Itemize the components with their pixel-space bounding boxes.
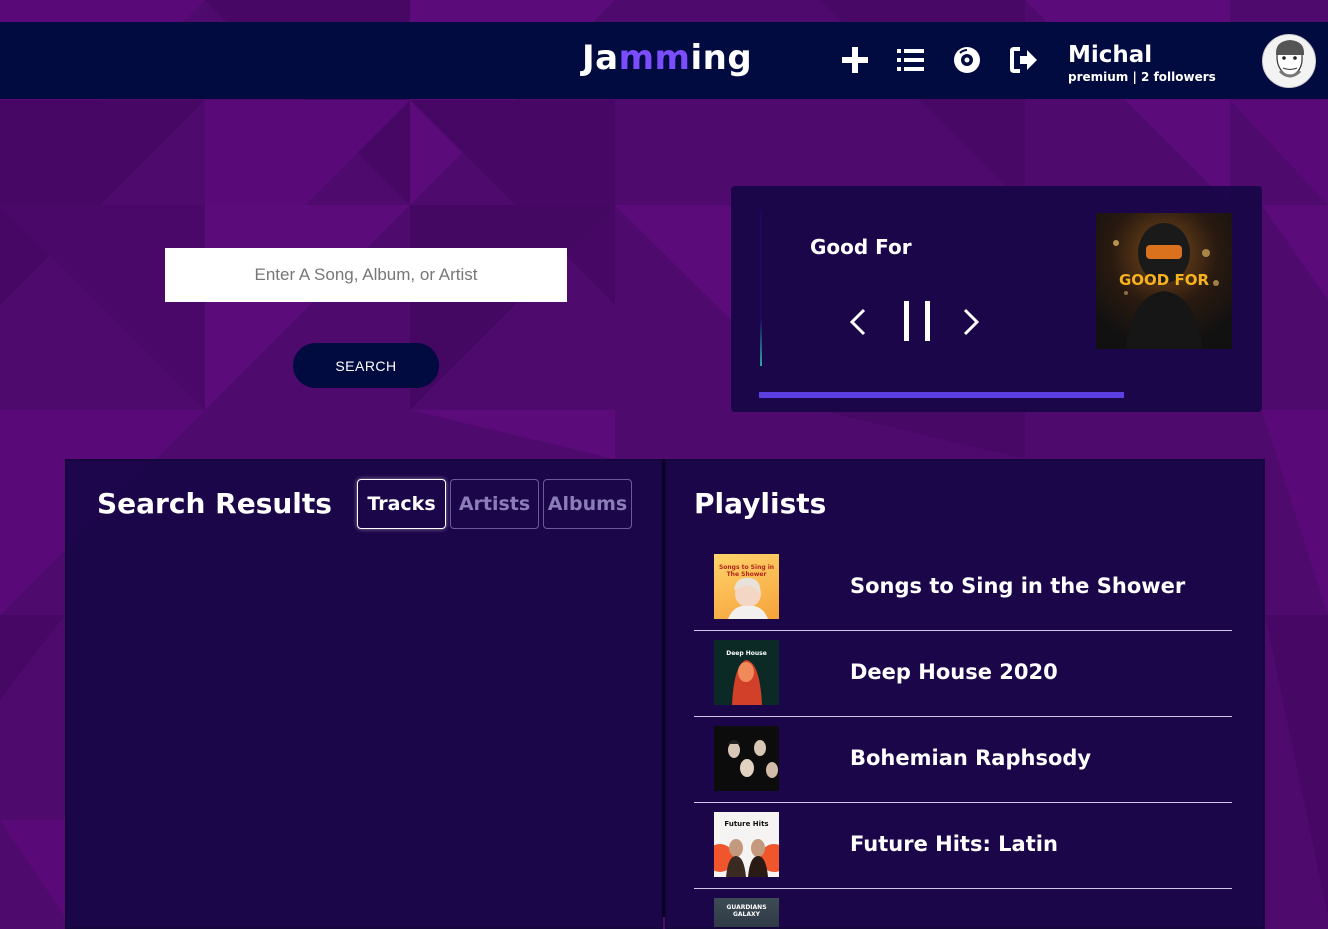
playlist-thumbnail: Future Hits: [714, 812, 779, 877]
search-results-panel: Search Results Tracks Artists Albums: [65, 459, 663, 929]
thumbnail-caption: Future Hits: [724, 820, 769, 828]
logo-text-start: Ja: [582, 38, 619, 78]
previous-track-icon[interactable]: [846, 306, 870, 338]
track-title: Good For: [810, 235, 912, 259]
playlists-title: Playlists: [694, 487, 827, 520]
player-accent-line: [760, 210, 762, 366]
playlist-item[interactable]: Bohemian Raphsody: [694, 716, 1232, 803]
playlist-item[interactable]: Songs to Sing in The Shower Songs to Sin…: [694, 544, 1232, 631]
thumbnail-caption: Songs to Sing in The Shower: [718, 564, 775, 578]
playlist-thumbnail: GUARDIANS GALAXY: [714, 898, 779, 927]
logo-text-accent: mm: [618, 38, 691, 78]
playlist-item[interactable]: GUARDIANS GALAXY: [694, 888, 1232, 927]
pause-icon[interactable]: [901, 298, 935, 344]
user-name: Michal: [1068, 42, 1153, 68]
playlist-thumbnail: [714, 726, 779, 791]
album-art: GOOD FOR: [1096, 213, 1232, 349]
playlist-name: Bohemian Raphsody: [850, 746, 1092, 770]
playlist-name: Songs to Sing in the Shower: [850, 574, 1186, 598]
logo-text-end: ing: [690, 38, 753, 78]
panel-divider: [662, 459, 665, 917]
next-track-icon[interactable]: [959, 306, 983, 338]
search-input[interactable]: [165, 248, 567, 302]
avatar[interactable]: [1262, 34, 1316, 88]
playlists-panel: Playlists Songs to Sing in The Shower So…: [665, 459, 1265, 929]
playlist-item[interactable]: Future Hits Future Hits: Latin: [694, 802, 1232, 889]
search-results-title: Search Results: [97, 487, 332, 520]
progress-bar[interactable]: [759, 392, 1124, 398]
band-faces-icon: [728, 740, 778, 778]
tab-artists[interactable]: Artists: [450, 479, 539, 529]
search-button[interactable]: SEARCH: [293, 343, 439, 388]
list-icon[interactable]: [894, 44, 926, 76]
avatar-portrait-icon: [1263, 35, 1315, 87]
playlist-item[interactable]: Deep House Deep House 2020: [694, 630, 1232, 717]
app-logo[interactable]: Jamming: [582, 38, 752, 78]
vinyl-icon[interactable]: [951, 44, 983, 76]
tab-tracks[interactable]: Tracks: [357, 479, 446, 529]
playlist-name: Future Hits: Latin: [850, 832, 1058, 856]
thumbnail-caption: Deep House: [726, 650, 767, 657]
tab-albums[interactable]: Albums: [543, 479, 632, 529]
logout-icon[interactable]: [1008, 44, 1040, 76]
playlist-name: Deep House 2020: [850, 660, 1058, 684]
playlist-thumbnail: Songs to Sing in The Shower: [714, 554, 779, 619]
album-art-title: GOOD FOR: [1118, 271, 1210, 289]
user-subscription-info: premium | 2 followers: [1068, 70, 1216, 84]
playlist-thumbnail: Deep House: [714, 640, 779, 705]
plus-icon[interactable]: [839, 44, 871, 76]
now-playing-card: Good For GOOD FOR: [731, 186, 1262, 412]
thumbnail-caption: GUARDIANS GALAXY: [726, 904, 767, 918]
